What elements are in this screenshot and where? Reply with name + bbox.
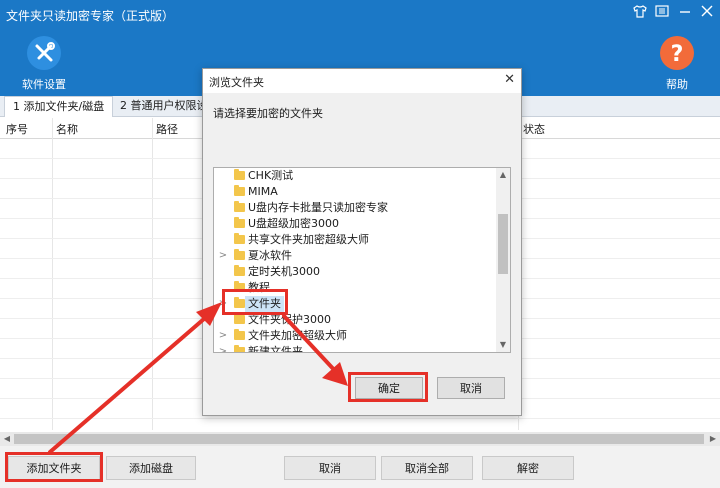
column-status: 状态 (523, 123, 545, 136)
scroll-thumb[interactable] (14, 434, 704, 444)
tree-item-label: 定时关机3000 (248, 265, 320, 278)
highlight-selected-folder (222, 289, 288, 315)
cancel-button[interactable]: 取消 (284, 456, 376, 480)
close-icon[interactable] (698, 5, 716, 21)
tree-item-label: 夏冰软件 (248, 249, 292, 262)
tab-user-permissions[interactable]: 2 普通用户权限设 (112, 96, 216, 115)
grid-row-line (0, 418, 720, 419)
dialog-prompt: 请选择要加密的文件夹 (213, 107, 323, 120)
folder-icon (234, 201, 245, 212)
tree-item-label: MIMA (248, 185, 278, 198)
tree-item[interactable]: > 新建文件夹 (214, 344, 494, 353)
tree-scroll-thumb[interactable] (498, 214, 508, 274)
tree-item[interactable]: MIMA (214, 184, 494, 200)
dialog-cancel-button[interactable]: 取消 (437, 377, 505, 399)
svg-text:?: ? (671, 42, 684, 67)
menu-icon[interactable] (653, 5, 671, 21)
folder-icon (234, 185, 245, 196)
folder-icon (234, 265, 245, 276)
folder-icon (234, 249, 245, 260)
grid-divider (152, 118, 153, 430)
grid-divider (52, 118, 53, 430)
dialog-title: 浏览文件夹 (209, 76, 264, 89)
tree-item[interactable]: > 文件夹加密超级大师 (214, 328, 494, 344)
add-disk-button[interactable]: 添加磁盘 (106, 456, 196, 480)
dialog-title-bar: 浏览文件夹 ✕ (203, 69, 521, 93)
tree-item-label: U盘内存卡批量只读加密专家 (248, 201, 389, 214)
folder-icon (234, 169, 245, 180)
tree-item-label: 文件夹加密超级大师 (248, 329, 347, 342)
folder-icon (234, 345, 245, 352)
tree-item-label: 共享文件夹加密超级大师 (248, 233, 369, 246)
chevron-right-icon[interactable]: > (218, 248, 228, 264)
question-icon: ? (660, 36, 694, 70)
tree-item[interactable]: CHK测试 (214, 168, 494, 184)
chevron-right-icon[interactable]: > (218, 344, 228, 352)
tab-add-folder-disk[interactable]: 1 添加文件夹/磁盘 (4, 96, 114, 117)
tree-scrollbar[interactable]: ▲ ▼ (496, 168, 510, 352)
column-name: 名称 (56, 123, 78, 136)
app-title: 文件夹只读加密专家（正式版） (6, 9, 175, 23)
tree-item-label: 新建文件夹 (248, 345, 303, 353)
help-label: 帮助 (666, 78, 688, 91)
help-button[interactable]: ? 帮助 (647, 36, 707, 92)
browse-folder-dialog: 浏览文件夹 ✕ 请选择要加密的文件夹 CHK测试 MIMA U盘内存卡批量只读加… (202, 68, 522, 416)
scroll-right-icon[interactable]: ▶ (706, 432, 720, 446)
horizontal-scrollbar[interactable]: ◀ ▶ (0, 432, 720, 446)
tree-item[interactable]: 共享文件夹加密超级大师 (214, 232, 494, 248)
cancel-all-button[interactable]: 取消全部 (381, 456, 473, 480)
dialog-close-icon[interactable]: ✕ (504, 72, 515, 87)
scroll-down-icon[interactable]: ▼ (496, 338, 510, 352)
decrypt-button[interactable]: 解密 (482, 456, 574, 480)
settings-button[interactable]: 软件设置 (14, 36, 74, 92)
tree-item-label: CHK测试 (248, 169, 294, 182)
tree-item[interactable]: U盘超级加密3000 (214, 216, 494, 232)
skin-icon[interactable] (631, 5, 649, 21)
folder-icon (234, 313, 245, 324)
chevron-right-icon[interactable]: > (218, 328, 228, 344)
folder-icon (234, 233, 245, 244)
scroll-left-icon[interactable]: ◀ (0, 432, 14, 446)
tree-item[interactable]: U盘内存卡批量只读加密专家 (214, 200, 494, 216)
folder-icon (234, 217, 245, 228)
highlight-add-folder (5, 452, 103, 482)
minimize-icon[interactable] (676, 5, 694, 21)
tree-item[interactable]: > 夏冰软件 (214, 248, 494, 264)
column-path: 路径 (156, 123, 178, 136)
tree-item-label: U盘超级加密3000 (248, 217, 340, 230)
tree-item[interactable]: 定时关机3000 (214, 264, 494, 280)
highlight-ok-button (348, 372, 428, 402)
folder-icon (234, 329, 245, 340)
scroll-up-icon[interactable]: ▲ (496, 168, 510, 182)
bottom-bar: 添加文件夹 添加磁盘 取消 取消全部 解密 (0, 446, 720, 488)
folder-tree[interactable]: CHK测试 MIMA U盘内存卡批量只读加密专家 U盘超级加密3000 共享文件… (213, 167, 511, 353)
column-index: 序号 (6, 123, 28, 136)
wrench-screwdriver-icon (27, 36, 61, 70)
settings-label: 软件设置 (22, 78, 66, 91)
